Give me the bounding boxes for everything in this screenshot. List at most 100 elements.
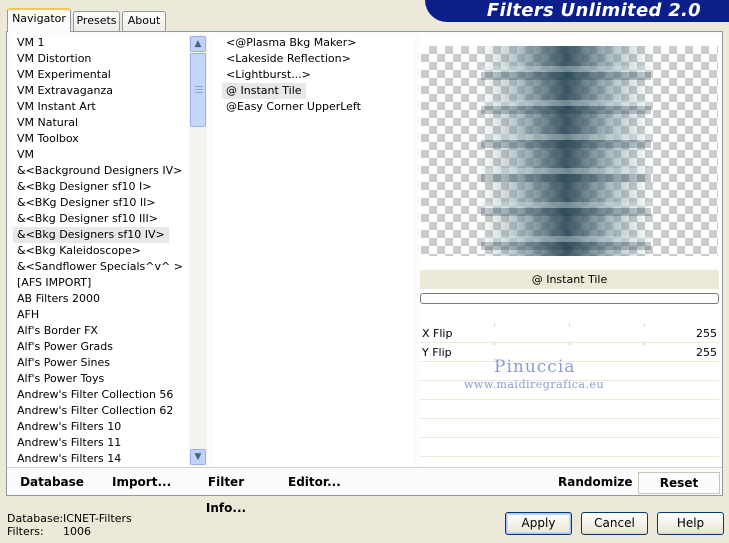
editor-button[interactable]: Editor...	[288, 469, 341, 495]
cancel-button[interactable]: Cancel	[581, 512, 648, 535]
category-label: Alf's Power Toys	[17, 372, 105, 385]
category-label: VM Experimental	[17, 68, 111, 81]
category-list-item[interactable]: [AFS IMPORT]	[13, 275, 189, 291]
category-list-item[interactable]: &<Bkg Designer sf10 I>	[13, 179, 189, 195]
category-label: &<Bkg Designer sf10 III>	[17, 212, 159, 225]
category-label: &<BKg Designer sf10 II>	[17, 196, 156, 209]
param-x-flip[interactable]: X Flip 255	[420, 324, 719, 343]
category-list-item[interactable]: Andrew's Filter Collection 56	[13, 387, 189, 403]
category-label: AFH	[17, 308, 40, 321]
category-list-item[interactable]: VM Experimental	[13, 67, 189, 83]
reset-button[interactable]: Reset	[638, 472, 720, 494]
category-label: AB Filters 2000	[17, 292, 101, 305]
category-list-item[interactable]: VM Distortion	[13, 51, 189, 67]
param-value: 255	[696, 346, 717, 359]
category-list-item[interactable]: &<Bkg Kaleidoscope>	[13, 243, 189, 259]
filter-label: <Lakeside Reflection>	[226, 52, 351, 65]
filter-list-item[interactable]: <Lightburst...>	[222, 67, 414, 83]
category-label: [AFS IMPORT]	[17, 276, 92, 289]
database-value: ICNET-Filters	[63, 512, 132, 525]
category-list-item[interactable]: VM	[13, 147, 189, 163]
database-label: Database:	[7, 512, 64, 525]
category-label: &<Background Designers IV>	[17, 164, 183, 177]
category-label: Alf's Power Sines	[17, 356, 110, 369]
banner-title: Filters Unlimited 2.0	[486, 0, 701, 21]
category-list-item[interactable]: VM Natural	[13, 115, 189, 131]
param-empty-row	[420, 400, 719, 419]
category-label: Alf's Power Grads	[17, 340, 113, 353]
param-label: Y Flip	[422, 346, 452, 359]
category-label: VM Toolbox	[17, 132, 79, 145]
category-label: Alf's Border FX	[17, 324, 98, 337]
selected-filter-name: @ Instant Tile	[420, 270, 719, 289]
watermark-name: Pinuccia	[494, 357, 576, 377]
category-list-item[interactable]: &<Background Designers IV>	[13, 163, 189, 179]
category-list-item[interactable]: VM Extravaganza	[13, 83, 189, 99]
category-label: VM Extravaganza	[17, 84, 114, 97]
param-empty-row	[420, 419, 719, 438]
category-list-item[interactable]: AFH	[13, 307, 189, 323]
category-list-item[interactable]: Andrew's Filters 11	[13, 435, 189, 451]
category-list-item[interactable]: VM Instant Art	[13, 99, 189, 115]
randomize-button[interactable]: Randomize	[558, 469, 632, 495]
apply-button[interactable]: Apply	[505, 512, 572, 535]
filter-label: <Lightburst...>	[226, 68, 311, 81]
category-label: VM	[17, 148, 35, 161]
category-label: Andrew's Filter Collection 62	[17, 404, 174, 417]
category-list-item[interactable]: Andrew's Filters 10	[13, 419, 189, 435]
filters-count-label: Filters:	[7, 525, 44, 538]
category-list-item[interactable]: &<BKg Designer sf10 II>	[13, 195, 189, 211]
category-list-item[interactable]: Alf's Border FX	[13, 323, 189, 339]
category-label: &<Bkg Designers sf10 IV>	[13, 227, 169, 243]
category-list-item[interactable]: Andrew's Filter Collection 62	[13, 403, 189, 419]
category-label: Andrew's Filters 10	[17, 420, 122, 433]
filter-label: @ Instant Tile	[222, 83, 306, 99]
category-list-item[interactable]: &<Sandflower Specials^v^ >	[13, 259, 189, 275]
category-label: VM Instant Art	[17, 100, 96, 113]
category-label: VM 1	[17, 36, 45, 49]
category-label: VM Natural	[17, 116, 79, 129]
filter-list-item[interactable]: @Easy Corner UpperLeft	[222, 99, 414, 115]
tab-presets[interactable]: Presets	[73, 11, 120, 31]
category-label: Andrew's Filters 14	[17, 452, 122, 465]
category-list-item[interactable]: Andrew's Filters 14	[13, 451, 189, 466]
filter-label: @Easy Corner UpperLeft	[226, 100, 361, 113]
param-value: 255	[696, 327, 717, 340]
category-label: Andrew's Filter Collection 56	[17, 388, 174, 401]
category-label: &<Sandflower Specials^v^ >	[17, 260, 183, 273]
tab-navigator[interactable]: Navigator	[7, 8, 71, 32]
category-label: &<Bkg Designer sf10 I>	[17, 180, 152, 193]
database-button[interactable]: Database	[20, 469, 84, 495]
category-label: VM Distortion	[17, 52, 92, 65]
category-list-item[interactable]: Alf's Power Grads	[13, 339, 189, 355]
category-list[interactable]: VM 1 VM Distortion VM Experimental VM Extra…	[13, 35, 189, 466]
title-banner: Filters Unlimited 2.0	[425, 0, 729, 22]
category-list-item[interactable]: Alf's Power Sines	[13, 355, 189, 371]
param-label: X Flip	[422, 327, 453, 340]
filters-count-value: 1006	[63, 525, 91, 538]
category-scrollbar[interactable]: ▲ ▼	[189, 35, 207, 466]
scroll-up-arrow-icon[interactable]: ▲	[190, 36, 206, 52]
scroll-down-arrow-icon[interactable]: ▼	[190, 449, 206, 465]
filter-list-item[interactable]: <Lakeside Reflection>	[222, 51, 414, 67]
scrollbar-thumb[interactable]	[190, 53, 206, 127]
filter-label: <@Plasma Bkg Maker>	[226, 36, 357, 49]
watermark-url: www.maidiregrafica.eu	[464, 378, 605, 391]
preview-image	[421, 46, 718, 256]
param-empty-row	[420, 438, 719, 457]
category-list-item[interactable]: &<Bkg Designer sf10 III>	[13, 211, 189, 227]
filter-list-item[interactable]: <@Plasma Bkg Maker>	[222, 35, 414, 51]
progress-bar	[420, 293, 719, 304]
import-button[interactable]: Import...	[112, 469, 171, 495]
filter-list-item[interactable]: @ Instant Tile	[222, 83, 414, 99]
category-list-item[interactable]: Alf's Power Toys	[13, 371, 189, 387]
category-label: Andrew's Filters 11	[17, 436, 122, 449]
category-list-item[interactable]: VM Toolbox	[13, 131, 189, 147]
filter-info-button[interactable]: Filter Info...	[190, 469, 262, 515]
category-list-item[interactable]: VM 1	[13, 35, 189, 51]
category-list-item[interactable]: &<Bkg Designers sf10 IV>	[13, 227, 189, 243]
help-button[interactable]: Help	[657, 512, 724, 535]
tab-about[interactable]: About	[122, 11, 166, 31]
filter-list[interactable]: <@Plasma Bkg Maker> <Lakeside Reflection>…	[214, 35, 414, 466]
category-list-item[interactable]: AB Filters 2000	[13, 291, 189, 307]
